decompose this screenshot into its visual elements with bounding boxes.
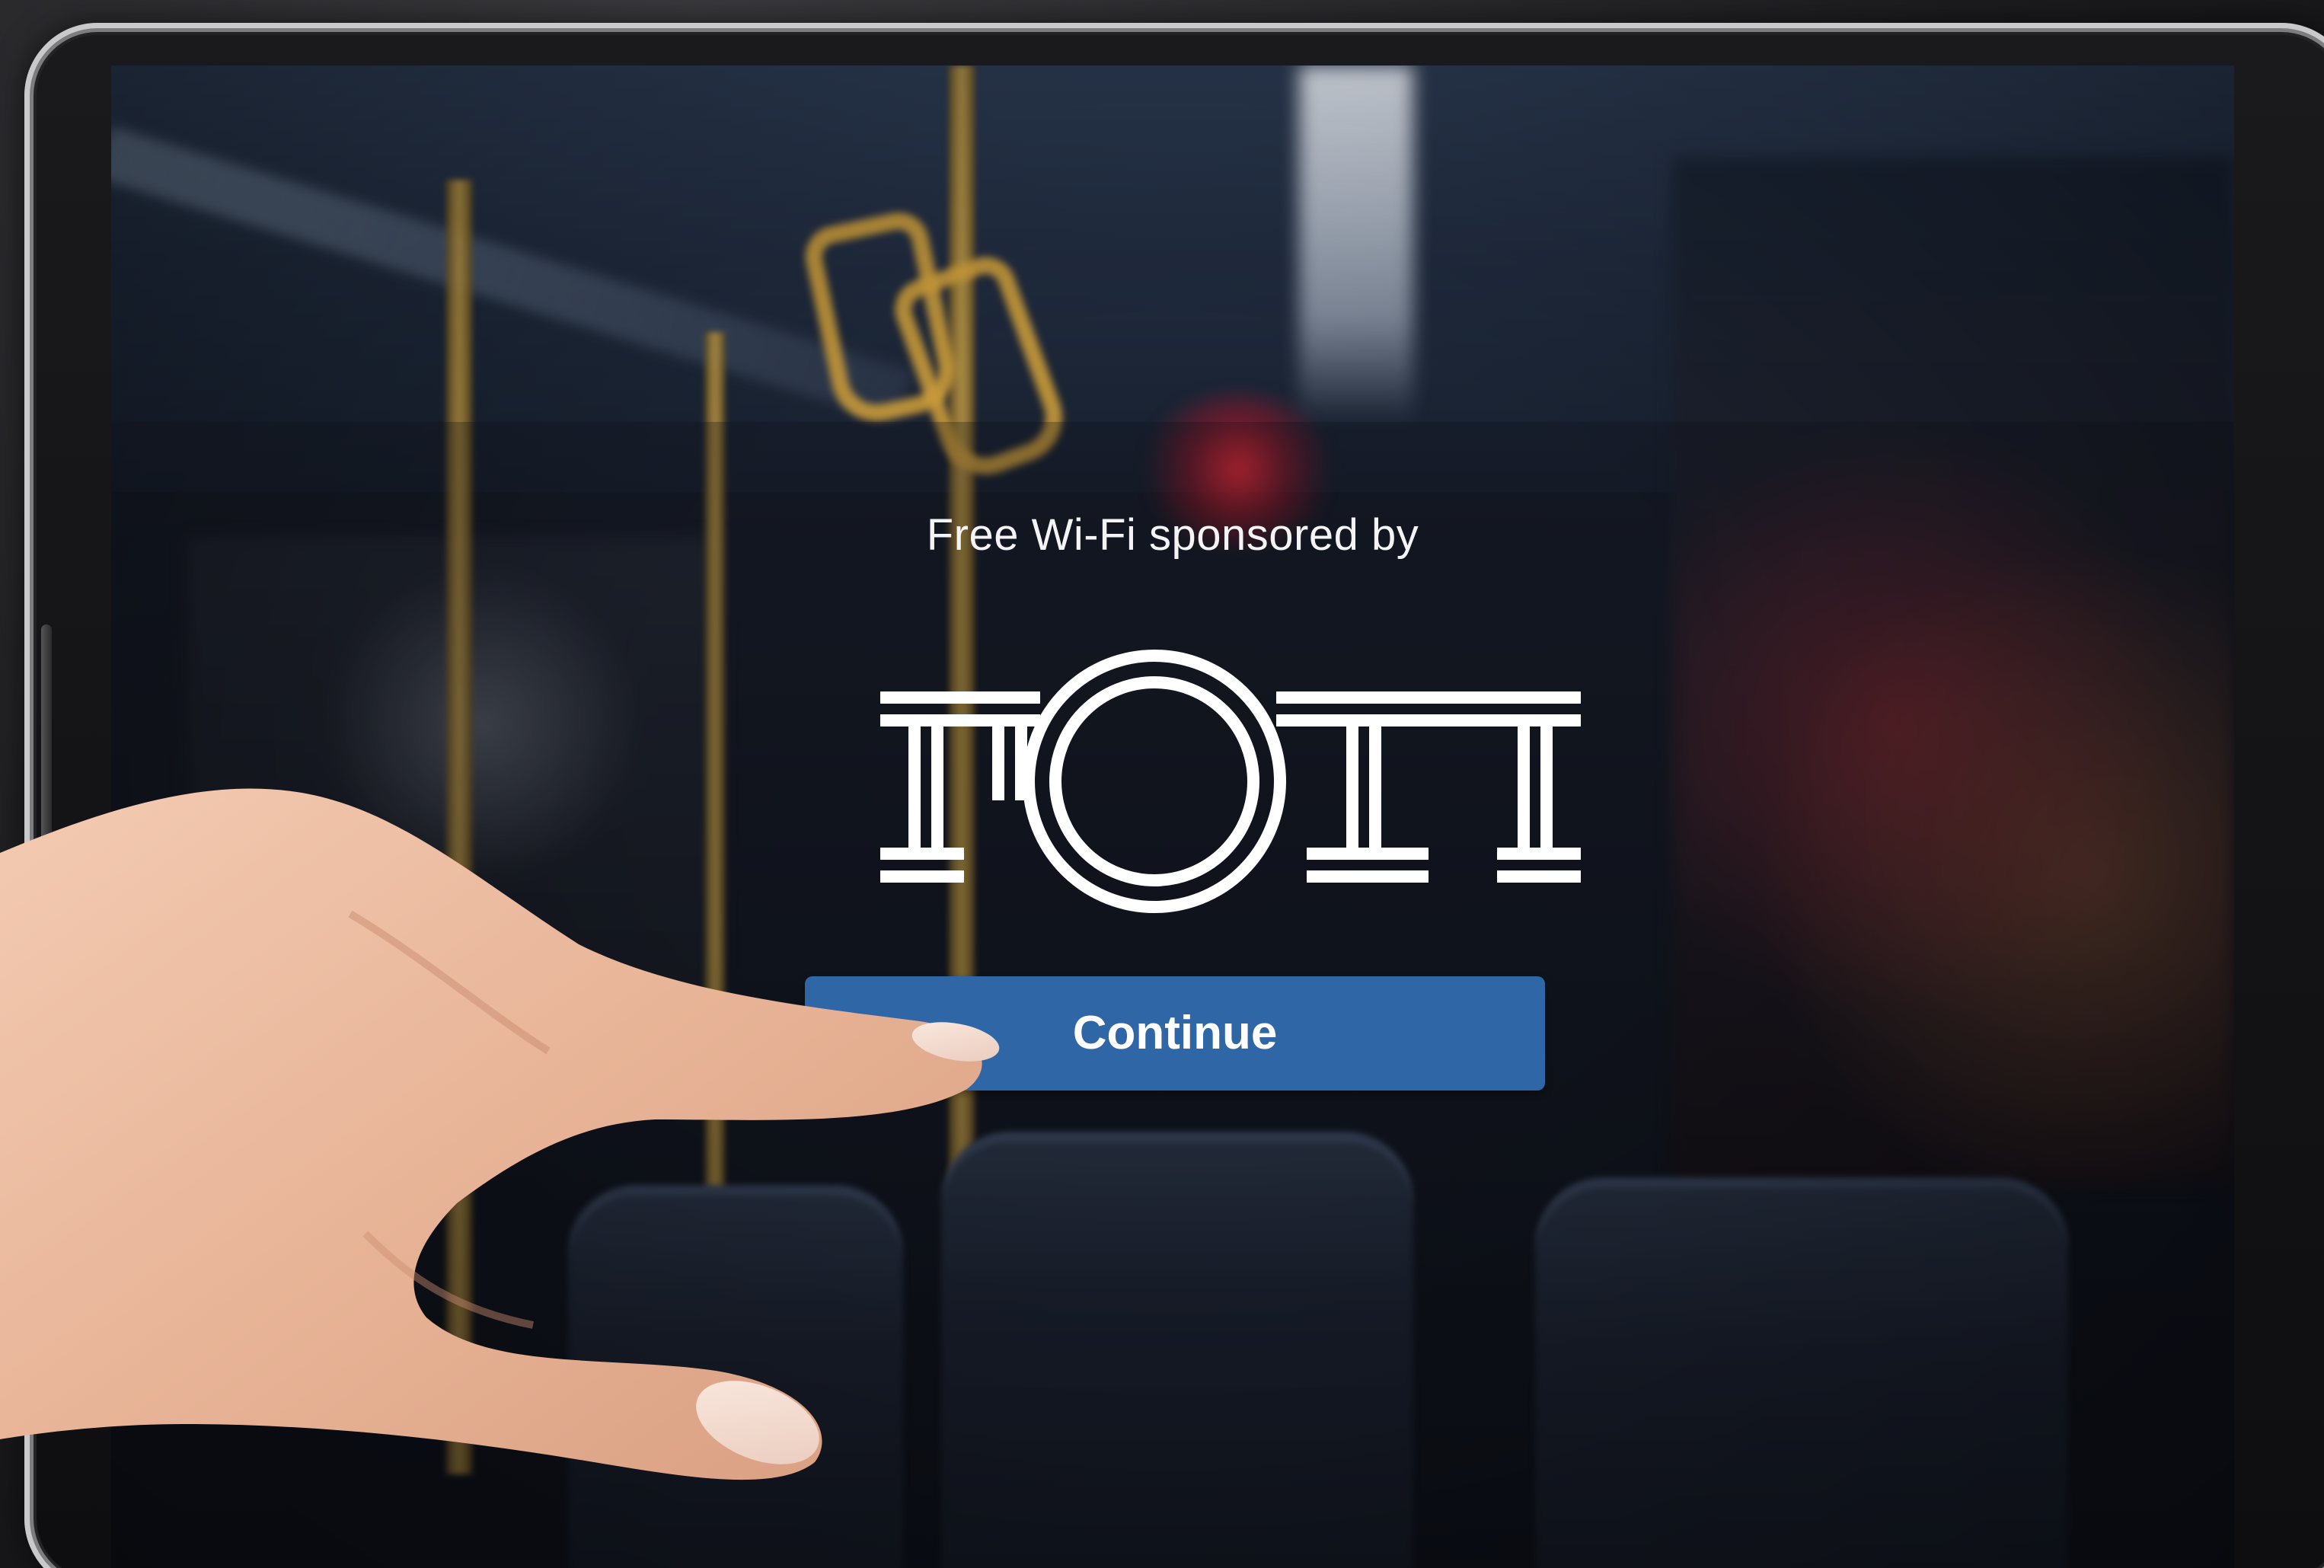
roc-logo (880, 650, 1581, 913)
captive-portal: Free Wi-Fi sponsored by Continue (111, 65, 2234, 1568)
sponsor-text: Free Wi-Fi sponsored by (926, 510, 1419, 560)
tablet-side-button (41, 624, 52, 876)
continue-button[interactable]: Continue (805, 976, 1545, 1091)
tablet-screen: Free Wi-Fi sponsored by Continue (111, 65, 2234, 1568)
photo-stage: Free Wi-Fi sponsored by Continue (0, 0, 2324, 1568)
